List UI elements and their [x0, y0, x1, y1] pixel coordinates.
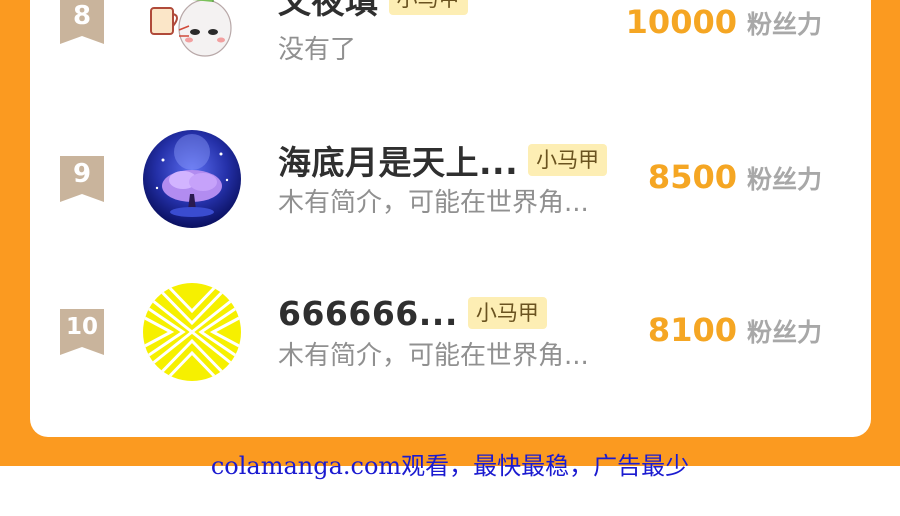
fans-count: 8100 [647, 311, 737, 349]
rank-badge: 9 [60, 156, 104, 202]
ranking-card: 8 又夜填 小马甲 没有了 10000 粉丝力 [30, 0, 871, 437]
rank-badge: 8 [60, 0, 104, 44]
yellow-pattern-avatar-icon[interactable] [143, 283, 241, 381]
purple-tree-moon-avatar-icon[interactable] [143, 130, 241, 228]
radish-cartoon-avatar-icon[interactable] [143, 0, 241, 68]
fans-count: 10000 [625, 3, 737, 41]
user-name-line: 666666... 小马甲 [278, 291, 547, 335]
user-name[interactable]: 又夜填 [278, 0, 379, 23]
ranking-row[interactable]: 8 又夜填 小马甲 没有了 10000 粉丝力 [30, 0, 871, 95]
fans-score: 8500 粉丝力 [648, 158, 822, 196]
fans-score: 10000 粉丝力 [626, 3, 822, 41]
ranking-row[interactable]: 9 海底月是天上... 小马甲 木有简介，可能在世界角... 8500 粉丝力 [30, 120, 871, 240]
ranking-row[interactable]: 10 666666... 小马甲 木有简介，可能在世界角... 8100 粉丝力 [30, 273, 871, 393]
rank-number: 9 [72, 159, 92, 189]
user-name-line: 又夜填 小马甲 [278, 0, 468, 21]
user-tag-badge: 小马甲 [467, 297, 547, 329]
user-name-line: 海底月是天上... 小马甲 [278, 136, 608, 184]
fans-count: 8500 [647, 158, 737, 196]
fans-score: 8100 粉丝力 [648, 311, 822, 349]
rank-number: 10 [65, 314, 98, 340]
fans-unit-label: 粉丝力 [746, 10, 822, 39]
user-tag-badge: 小马甲 [388, 0, 468, 15]
fans-unit-label: 粉丝力 [746, 165, 822, 194]
user-bio: 木有简介，可能在世界角... [278, 341, 589, 371]
user-name[interactable]: 海底月是天上... [278, 136, 518, 184]
site-watermark-link[interactable]: colamanga.com观看，最快最稳，广告最少 [0, 446, 900, 486]
user-bio: 没有了 [278, 35, 357, 65]
fans-unit-label: 粉丝力 [746, 318, 822, 347]
user-tag-badge: 小马甲 [528, 144, 608, 176]
rank-badge: 10 [60, 309, 104, 355]
user-name[interactable]: 666666... [278, 294, 458, 333]
rank-number: 8 [72, 1, 92, 31]
user-bio: 木有简介，可能在世界角... [278, 188, 589, 218]
